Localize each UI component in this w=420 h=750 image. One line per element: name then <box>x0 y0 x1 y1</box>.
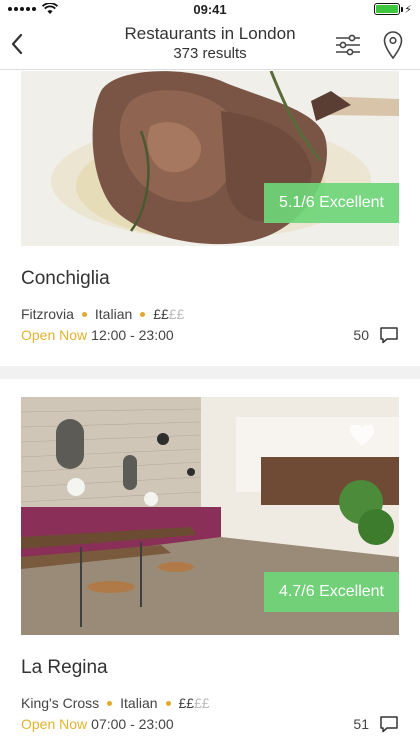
status-time: 09:41 <box>193 1 227 17</box>
review-number: 51 <box>353 716 369 732</box>
separator-dot <box>107 700 113 706</box>
review-number: 50 <box>353 327 369 343</box>
restaurant-cuisine: Italian <box>120 695 158 711</box>
signal-icon <box>8 7 36 11</box>
charging-icon: ⚡ <box>404 3 412 16</box>
restaurant-area: King's Cross <box>21 695 100 711</box>
nav-bar: Restaurants in London 373 results <box>0 18 420 70</box>
price-level-active: ££ <box>153 306 169 322</box>
map-pin-icon[interactable] <box>382 30 404 60</box>
restaurant-card[interactable]: 4.7/6 Excellent La Regina King's Cross I… <box>0 379 420 750</box>
restaurant-meta: Fitzrovia Italian ££ ££ <box>21 306 184 322</box>
opening-hours: Open Now 12:00 - 23:00 <box>21 327 174 343</box>
status-bar: 09:41 ⚡ <box>0 0 420 18</box>
hours-range: 12:00 - 23:00 <box>91 327 174 343</box>
reviews-count[interactable]: 50 <box>353 326 399 344</box>
price-level-inactive: ££ <box>194 695 210 711</box>
price-level-active: ££ <box>178 695 195 711</box>
separator-dot <box>165 700 171 706</box>
status-left <box>8 3 58 15</box>
restaurant-area: Fitzrovia <box>21 306 74 322</box>
filter-sliders-icon[interactable] <box>334 31 362 59</box>
restaurant-photo: 5.1/6 Excellent <box>21 71 399 246</box>
restaurant-name[interactable]: La Regina <box>21 657 108 679</box>
rating-badge: 4.7/6 Excellent <box>264 572 399 612</box>
battery-icon <box>374 3 404 15</box>
open-status: Open Now <box>21 716 88 732</box>
restaurant-cuisine: Italian <box>94 306 133 322</box>
restaurant-photo: 4.7/6 Excellent <box>21 397 399 635</box>
comment-icon <box>380 327 398 344</box>
rating-badge: 5.1/6 Excellent <box>264 183 399 223</box>
separator-dot <box>140 311 146 317</box>
wifi-icon <box>42 3 58 14</box>
restaurant-card[interactable]: 5.1/6 Excellent Conchiglia Fitzrovia Ita… <box>0 71 420 371</box>
card-separator <box>0 366 420 379</box>
opening-hours: Open Now 07:00 - 23:00 <box>21 716 174 732</box>
reviews-count[interactable]: 51 <box>353 715 399 733</box>
restaurant-name[interactable]: Conchiglia <box>21 268 110 290</box>
hours-range: 07:00 - 23:00 <box>91 716 174 732</box>
status-right: ⚡ <box>374 3 412 16</box>
comment-icon <box>380 716 398 733</box>
separator-dot <box>81 311 87 317</box>
restaurant-meta: King's Cross Italian ££ ££ <box>21 695 210 711</box>
price-level-inactive: ££ <box>168 306 185 322</box>
heart-icon[interactable] <box>349 425 375 447</box>
open-status: Open Now <box>21 327 88 343</box>
